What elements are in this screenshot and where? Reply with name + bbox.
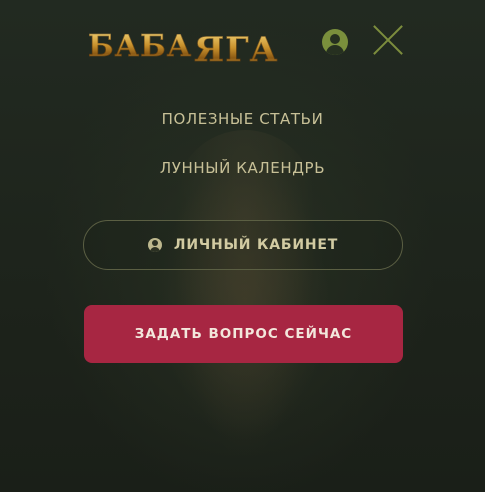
user-icon — [147, 238, 162, 252]
logo[interactable]: БАБА ЯГА — [88, 22, 278, 70]
user-icon-head — [330, 34, 340, 44]
personal-cabinet-button[interactable]: ЛИЧНЫЙ КАБИНЕТ — [83, 220, 403, 270]
user-icon-body — [326, 45, 344, 55]
logo-text-part1: БАБА — [88, 29, 193, 64]
logo-text-part2: ЯГА — [194, 30, 279, 71]
personal-cabinet-label: ЛИЧНЫЙ КАБИНЕТ — [173, 237, 339, 253]
ask-question-label: ЗАДАТЬ ВОПРОС СЕЙЧАС — [134, 326, 353, 342]
user-icon[interactable] — [322, 29, 348, 55]
background-figure — [175, 130, 315, 460]
nav-item-articles[interactable]: ПОЛЕЗНЫЕ СТАТЬИ — [0, 110, 485, 128]
close-icon[interactable] — [372, 24, 404, 56]
nav-item-lunar-calendar[interactable]: ЛУННЫЙ КАЛЕНДРЬ — [0, 159, 485, 177]
mobile-menu: БАБА ЯГА ПОЛЕЗНЫЕ СТАТЬИ ЛУННЫЙ КАЛЕНДРЬ… — [0, 0, 485, 492]
ask-question-button[interactable]: ЗАДАТЬ ВОПРОС СЕЙЧАС — [84, 305, 403, 363]
